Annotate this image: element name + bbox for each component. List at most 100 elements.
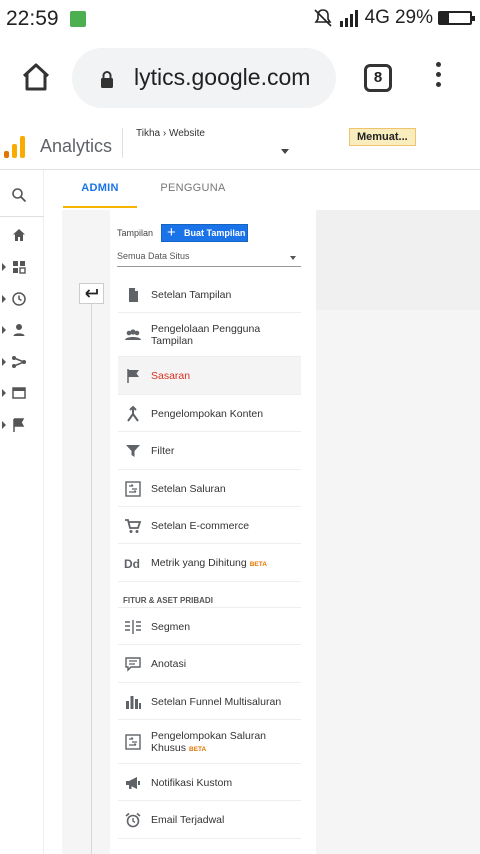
collapse-column-button[interactable] bbox=[79, 283, 104, 304]
menu-item-label: Pengelolaan Pengguna Tampilan bbox=[151, 323, 261, 348]
menu-item-custom-channel-grouping[interactable]: Pengelompokan Saluran Khusus BETA bbox=[118, 720, 301, 764]
left-nav-rail bbox=[0, 170, 44, 854]
menu-item-calculated-metrics[interactable]: Dd Metrik yang Dihitung BETA bbox=[118, 544, 301, 582]
rail-search[interactable] bbox=[0, 186, 44, 206]
status-time: 22:59 bbox=[6, 7, 59, 30]
analytics-logo-icon bbox=[4, 136, 25, 158]
comment-icon bbox=[125, 657, 141, 672]
status-indicators: 4G 29% bbox=[313, 7, 475, 29]
home-icon[interactable] bbox=[20, 61, 52, 93]
status-bar: 22:59 4G 29% bbox=[0, 0, 480, 38]
menu-item-channel-settings[interactable]: Setelan Saluran bbox=[118, 470, 301, 507]
view-label: Tampilan bbox=[117, 228, 154, 238]
personal-assets-section-title: FITUR & ASET PRIBADI bbox=[118, 582, 301, 608]
tab-admin[interactable]: ADMIN bbox=[63, 170, 137, 208]
admin-tabbar: ADMIN PENGGUNA bbox=[44, 170, 480, 210]
url-bar[interactable]: lytics.google.com bbox=[72, 48, 336, 108]
panel-shadow bbox=[316, 210, 480, 310]
account-selector-caret-icon[interactable] bbox=[281, 149, 289, 154]
beta-badge: BETA bbox=[249, 561, 267, 569]
search-icon bbox=[12, 188, 27, 203]
menu-item-label: Filter bbox=[151, 445, 175, 458]
plus-icon: + bbox=[167, 224, 176, 241]
create-view-label: Buat Tampilan bbox=[184, 228, 246, 238]
menu-item-view-settings[interactable]: Setelan Tampilan bbox=[118, 276, 301, 314]
mute-bell-icon bbox=[314, 9, 332, 27]
arrow-left-icon bbox=[85, 289, 98, 298]
rail-home[interactable] bbox=[0, 226, 44, 246]
menu-item-label: Email Terjadwal bbox=[151, 814, 225, 827]
menu-item-segments[interactable]: Segmen bbox=[118, 608, 301, 646]
menu-item-text: Pengelompokan Saluran Khusus bbox=[151, 729, 266, 754]
rail-expand-caret-icon bbox=[2, 263, 6, 271]
rail-customization[interactable] bbox=[0, 258, 44, 278]
tab-users[interactable]: PENGGUNA bbox=[148, 170, 238, 208]
rail-conversions[interactable] bbox=[0, 416, 44, 436]
flag-icon bbox=[127, 369, 139, 384]
app-notification-icon bbox=[70, 11, 86, 27]
menu-item-scheduled-emails[interactable]: Email Terjadwal bbox=[118, 801, 301, 839]
menu-item-view-user-management[interactable]: Pengelolaan Pengguna Tampilan bbox=[118, 313, 301, 358]
rail-expand-caret-icon bbox=[2, 389, 6, 397]
battery-percent: 29% bbox=[394, 7, 433, 28]
menu-item-filter[interactable]: Filter bbox=[118, 432, 301, 470]
rail-expand-caret-icon bbox=[2, 326, 6, 334]
breadcrumb-property: Website bbox=[168, 128, 205, 139]
rail-expand-caret-icon bbox=[2, 421, 6, 429]
view-selector-value: Semua Data Situs bbox=[117, 251, 190, 261]
beta-badge: BETA bbox=[189, 745, 207, 753]
menu-item-goals[interactable]: Sasaran bbox=[118, 357, 301, 395]
channel-settings-icon bbox=[125, 480, 141, 497]
chevron-down-icon bbox=[290, 256, 296, 260]
menu-item-label: Notifikasi Kustom bbox=[151, 776, 233, 789]
megaphone-icon bbox=[126, 776, 140, 789]
battery-icon bbox=[438, 11, 475, 25]
menu-item-text: Metrik yang Dihitung bbox=[151, 557, 247, 570]
browser-menu-button[interactable] bbox=[432, 62, 444, 92]
flag-icon bbox=[13, 418, 25, 432]
document-icon bbox=[129, 288, 138, 302]
filter-icon bbox=[126, 445, 140, 458]
cart-icon bbox=[125, 519, 142, 533]
browser-toolbar: lytics.google.com 8 bbox=[0, 38, 480, 122]
loading-indicator: Memuat... bbox=[349, 128, 416, 146]
rail-realtime[interactable] bbox=[0, 290, 44, 310]
rail-audience[interactable] bbox=[0, 321, 44, 341]
alarm-icon bbox=[125, 813, 141, 828]
channel-grouping-icon bbox=[125, 734, 141, 750]
menu-item-content-grouping[interactable]: Pengelompokan Konten bbox=[118, 395, 301, 433]
column-connector-line bbox=[91, 284, 92, 854]
view-settings-menu: Setelan Tampilan Pengelolaan Pengguna Ta… bbox=[118, 276, 301, 839]
menu-item-label: Pengelompokan Saluran Khusus BETA bbox=[151, 730, 299, 756]
svg-text:Dd: Dd bbox=[124, 557, 140, 571]
breadcrumb-account: Tikha bbox=[136, 128, 161, 139]
segment-icon bbox=[125, 619, 141, 634]
merge-icon bbox=[127, 405, 139, 422]
rail-expand-caret-icon bbox=[2, 358, 6, 366]
rail-divider bbox=[0, 216, 44, 217]
dd-icon: Dd bbox=[124, 557, 140, 571]
rail-behavior[interactable] bbox=[0, 384, 44, 404]
lock-icon bbox=[101, 71, 113, 88]
create-view-button[interactable]: + Buat Tampilan bbox=[161, 224, 248, 242]
account-breadcrumb[interactable]: Tikha › Website bbox=[136, 128, 205, 139]
rail-expand-caret-icon bbox=[2, 295, 6, 303]
header-divider bbox=[122, 128, 123, 158]
view-selector[interactable]: Semua Data Situs bbox=[117, 248, 301, 267]
menu-item-mcf-settings[interactable]: Setelan Funnel Multisaluran bbox=[118, 683, 301, 720]
bar-chart-icon bbox=[126, 695, 141, 709]
url-text[interactable]: lytics.google.com bbox=[134, 64, 324, 91]
rail-acquisition[interactable] bbox=[0, 353, 44, 373]
menu-item-ecommerce-settings[interactable]: Setelan E-commerce bbox=[118, 507, 301, 545]
dashboard-icon bbox=[13, 261, 26, 274]
people-icon bbox=[125, 329, 141, 341]
menu-item-label: Setelan E-commerce bbox=[151, 519, 250, 532]
tab-switcher-button[interactable]: 8 bbox=[364, 64, 392, 92]
acquisition-icon bbox=[12, 356, 27, 368]
menu-item-label: Metrik yang Dihitung BETA bbox=[151, 557, 299, 571]
menu-item-custom-alerts[interactable]: Notifikasi Kustom bbox=[118, 764, 301, 802]
menu-item-label: Setelan Tampilan bbox=[151, 289, 232, 301]
clock-icon bbox=[12, 292, 26, 306]
menu-item-label: Setelan Funnel Multisaluran bbox=[151, 695, 282, 708]
menu-item-annotations[interactable]: Anotasi bbox=[118, 645, 301, 683]
